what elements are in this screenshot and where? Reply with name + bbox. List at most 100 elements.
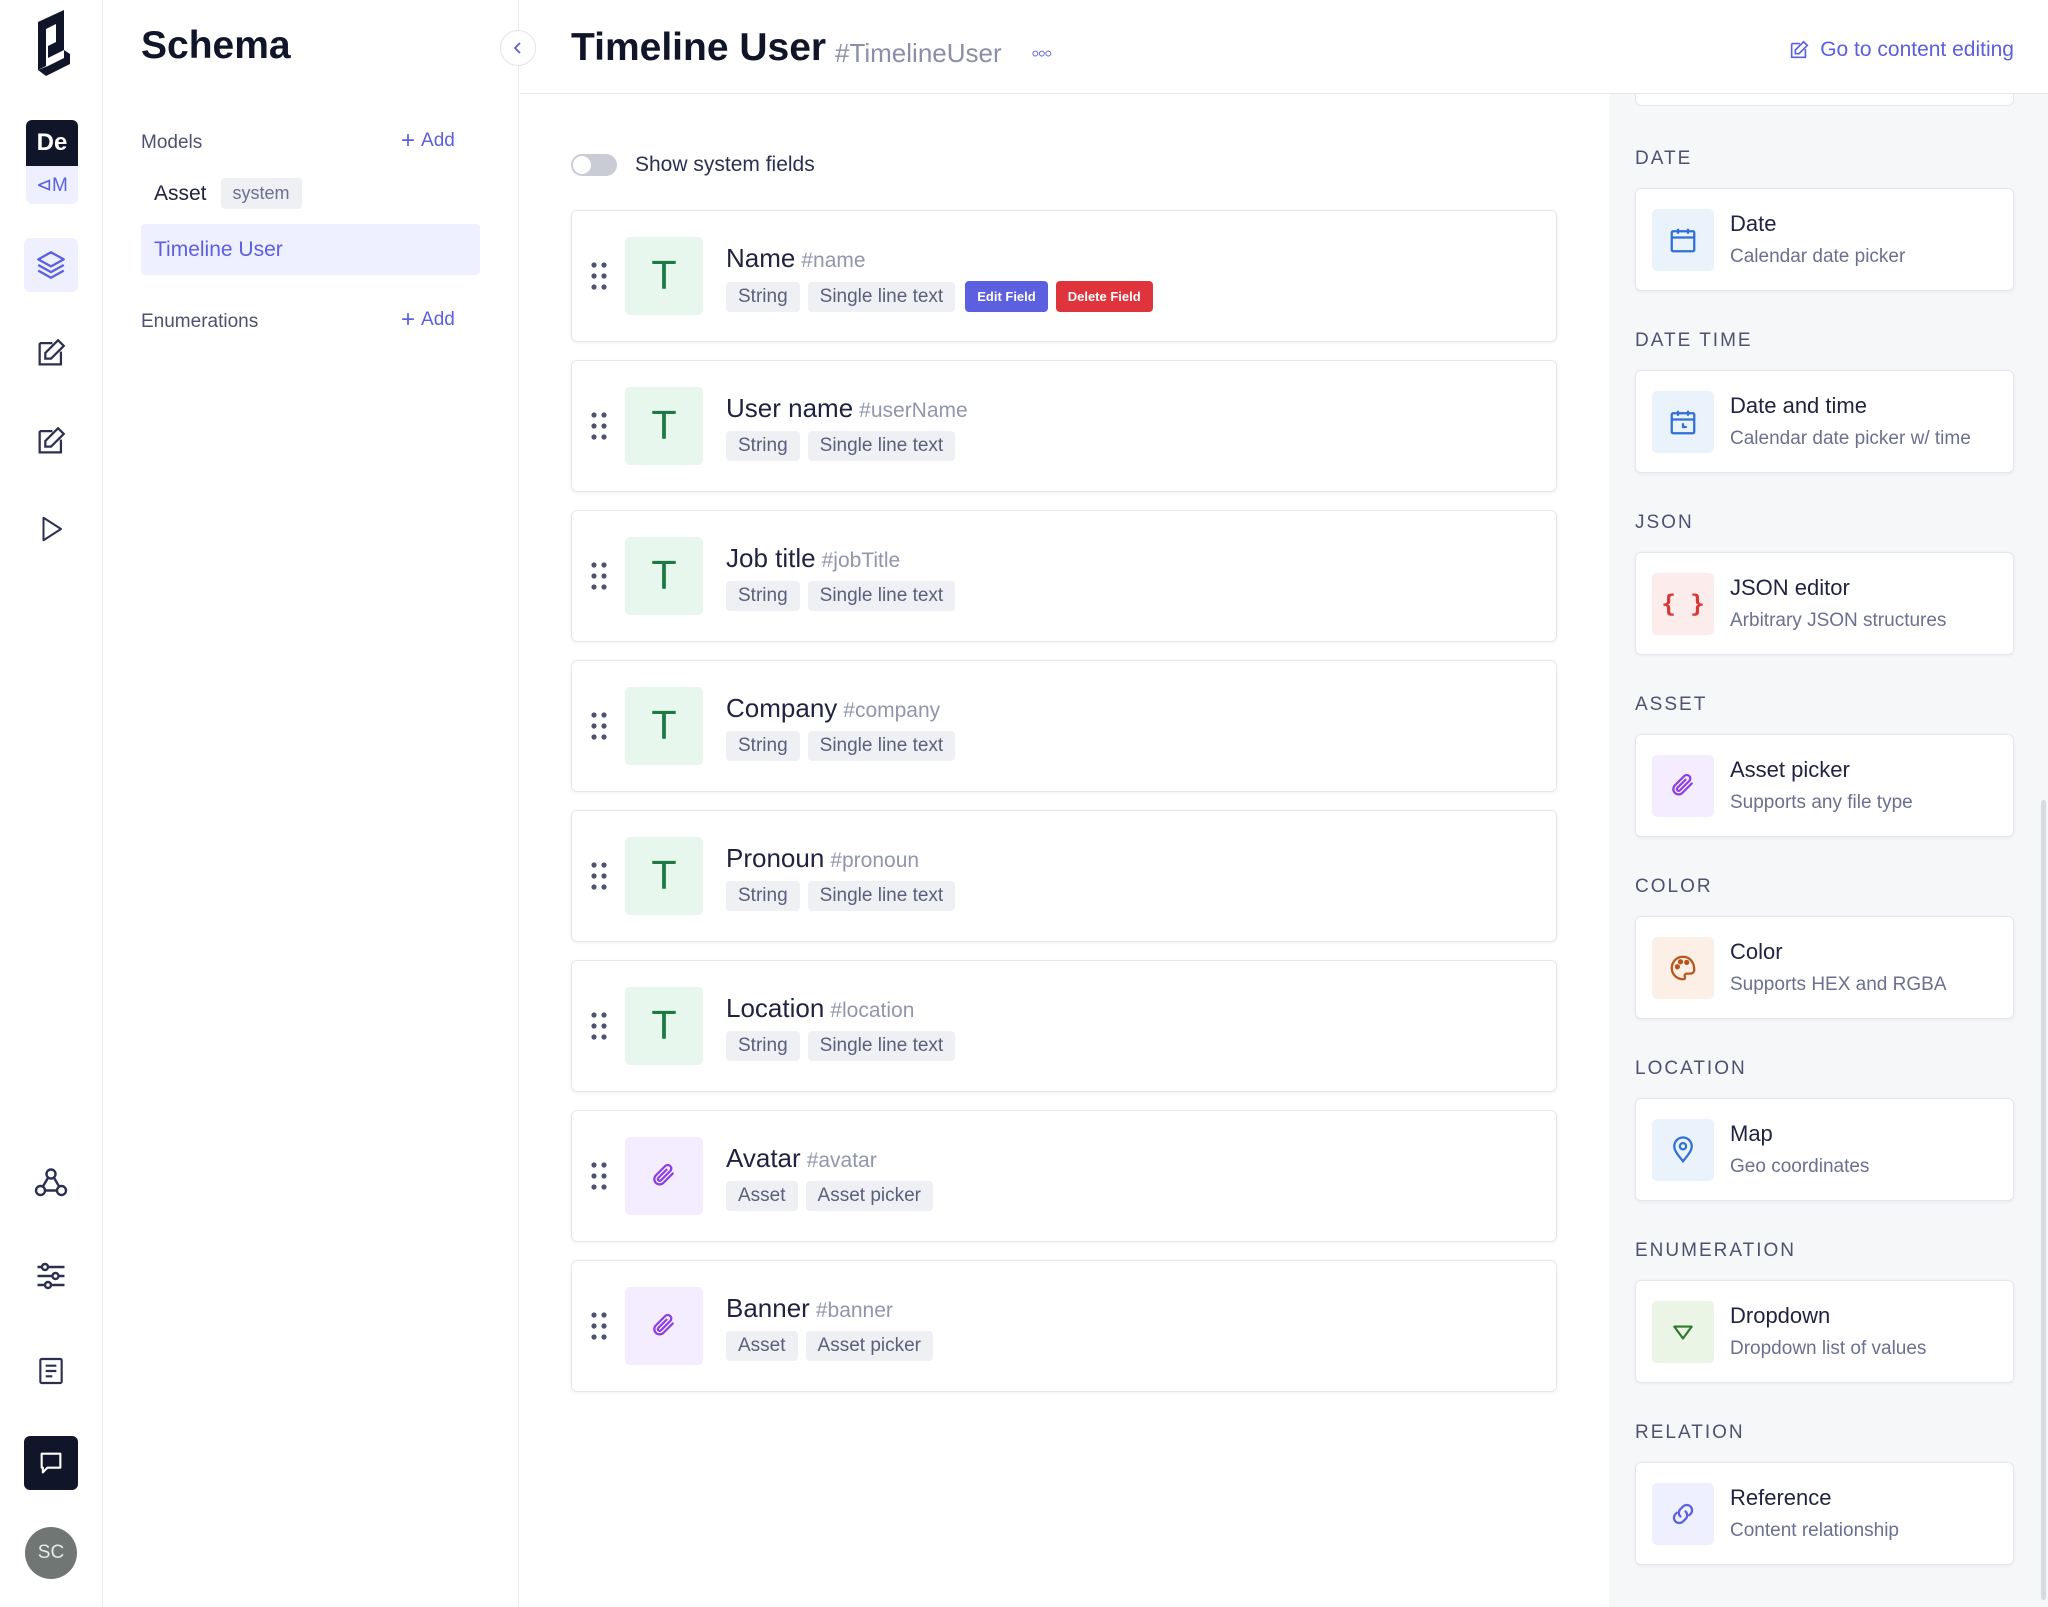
field-badges: Asset Asset picker <box>726 1181 934 1211</box>
drag-handle-icon[interactable] <box>590 561 608 591</box>
field-type-badge: String <box>726 881 800 911</box>
field-type-title: Color <box>1730 939 1783 964</box>
field-display-name: Location <box>726 993 825 1023</box>
field-type-card[interactable]: Reference Content relationship <box>1635 1462 2014 1565</box>
field-row[interactable]: T Company #company String Single line text <box>571 660 1557 792</box>
field-renderer-badge: Asset picker <box>805 1181 934 1211</box>
more-options-button[interactable]: ◦◦◦ <box>1031 40 1052 68</box>
field-type-card[interactable]: Map Geo coordinates <box>1635 1098 2014 1201</box>
webhook-icon <box>34 1168 68 1197</box>
schema-sidebar: Schema Models + Add Asset system Timelin… <box>103 0 536 1607</box>
delete-field-button[interactable]: Delete Field <box>1055 281 1153 312</box>
field-type-category: ASSET <box>1635 694 1708 715</box>
field-type-card[interactable]: Dropdown Dropdown list of values <box>1635 1280 2014 1383</box>
field-row[interactable]: T Name #name String Single line text Edit Fie… <box>571 210 1557 342</box>
sidebar-item-timeline-user[interactable]: Timeline User <box>141 224 480 275</box>
drag-handle-icon[interactable] <box>590 261 608 291</box>
field-row[interactable]: T Pronoun #pronoun String Single line text <box>571 810 1557 942</box>
playground-nav-button[interactable] <box>24 502 78 556</box>
drag-handle-icon[interactable] <box>590 711 608 741</box>
field-type-card[interactable]: { } JSON editor Arbitrary JSON structures <box>1635 552 2014 655</box>
fields-panel: Show system fields T Name #name String Singl… <box>520 94 1609 1607</box>
play-icon <box>42 516 62 542</box>
text-icon: T <box>625 387 703 465</box>
field-type-badge: String <box>726 581 800 611</box>
field-type-subtitle: Calendar date picker <box>1730 246 1906 267</box>
go-to-content-editing-link[interactable]: Go to content editing <box>1788 38 2014 62</box>
field-renderer-badge: Single line text <box>807 881 956 911</box>
content-nav-button-2[interactable] <box>24 414 78 468</box>
drag-handle-icon[interactable] <box>590 1011 608 1041</box>
field-type-subtitle: Calendar date picker w/ time <box>1730 428 1971 449</box>
right-panel-scrollbar[interactable] <box>2041 800 2046 1600</box>
text-icon: T <box>625 537 703 615</box>
field-type-card[interactable]: Color Supports HEX and RGBA <box>1635 916 2014 1019</box>
document-icon <box>39 1357 63 1385</box>
hygraph-logo-icon[interactable] <box>26 10 80 80</box>
field-renderer-badge: Asset picker <box>805 1331 934 1361</box>
field-api-id: #jobTitle <box>821 549 901 572</box>
collapse-sidebar-button[interactable] <box>500 30 536 66</box>
plus-icon: + <box>401 127 416 154</box>
field-api-id: #banner <box>815 1299 893 1322</box>
system-fields-toggle[interactable] <box>571 154 617 176</box>
webhooks-nav-button[interactable] <box>24 1156 78 1210</box>
field-display-name: User name <box>726 393 854 423</box>
chat-button[interactable] <box>24 1436 78 1490</box>
chat-icon <box>40 1452 62 1474</box>
field-name: Location #location <box>726 993 914 1024</box>
paperclip-icon <box>625 1137 703 1215</box>
user-avatar[interactable]: SC <box>25 1527 77 1579</box>
field-row[interactable]: Avatar #avatar Asset Asset picker <box>571 1110 1557 1242</box>
field-display-name: Company <box>726 693 838 723</box>
sidebar-title: Schema <box>141 24 291 67</box>
field-type-badge: String <box>726 281 800 312</box>
edit-icon <box>38 426 66 454</box>
field-renderer-badge: Single line text <box>807 731 956 761</box>
edit-field-button[interactable]: Edit Field <box>965 281 1048 312</box>
field-type-subtitle: Supports HEX and RGBA <box>1730 974 1947 995</box>
drag-handle-icon[interactable] <box>590 861 608 891</box>
field-type-title: Date and time <box>1730 393 1867 418</box>
drag-handle-icon[interactable] <box>590 1311 608 1341</box>
drag-handle-icon[interactable] <box>590 411 608 441</box>
paperclip-icon <box>1652 755 1714 817</box>
field-row[interactable]: T Location #location String Single line text <box>571 960 1557 1092</box>
docs-nav-button[interactable] <box>24 1344 78 1398</box>
field-type-card[interactable]: Date and time Calendar date picker w/ tim… <box>1635 370 2014 473</box>
palette-icon <box>1652 937 1714 999</box>
field-renderer-badge: Single line text <box>807 281 956 312</box>
field-type-card[interactable]: Asset picker Supports any file type <box>1635 734 2014 837</box>
paperclip-icon <box>625 1287 703 1365</box>
field-api-id: #location <box>830 999 915 1022</box>
content-nav-button[interactable] <box>24 326 78 380</box>
chevron-left-icon <box>513 42 521 54</box>
field-badges: String Single line text <box>726 431 956 461</box>
field-name: Pronoun #pronoun <box>726 843 919 874</box>
field-badges: String Single line text <box>726 881 956 911</box>
field-type-title: Asset picker <box>1730 757 1850 782</box>
add-model-button[interactable]: + Add <box>401 127 455 154</box>
model-api-id: #TimelineUser <box>835 38 1002 68</box>
project-initials: De <box>26 120 78 166</box>
field-api-id: #avatar <box>806 1149 877 1172</box>
add-enumeration-button[interactable]: + Add <box>401 308 455 332</box>
drag-handle-icon[interactable] <box>590 1161 608 1191</box>
settings-nav-button[interactable] <box>24 1249 78 1303</box>
field-type-card-partial[interactable] <box>1635 94 2014 106</box>
sidebar-item-asset[interactable]: Asset system <box>154 178 302 209</box>
go-to-content-label: Go to content editing <box>1820 38 2014 61</box>
field-row[interactable]: T Job title #jobTitle String Single line tex… <box>571 510 1557 642</box>
field-type-card[interactable]: Date Calendar date picker <box>1635 188 2014 291</box>
field-name: Banner #banner <box>726 1293 893 1324</box>
field-row[interactable]: T User name #userName String Single line tex… <box>571 360 1557 492</box>
field-name: Job title #jobTitle <box>726 543 900 574</box>
schema-nav-button[interactable] <box>24 238 78 292</box>
layers-icon <box>37 251 65 279</box>
project-switcher[interactable]: De ⊲M <box>26 120 78 204</box>
field-type-category: ENUMERATION <box>1635 1240 1796 1261</box>
field-display-name: Pronoun <box>726 843 825 873</box>
field-row[interactable]: Banner #banner Asset Asset picker <box>571 1260 1557 1392</box>
field-type-category: DATE <box>1635 148 1693 169</box>
field-type-badge: Asset <box>726 1331 798 1361</box>
